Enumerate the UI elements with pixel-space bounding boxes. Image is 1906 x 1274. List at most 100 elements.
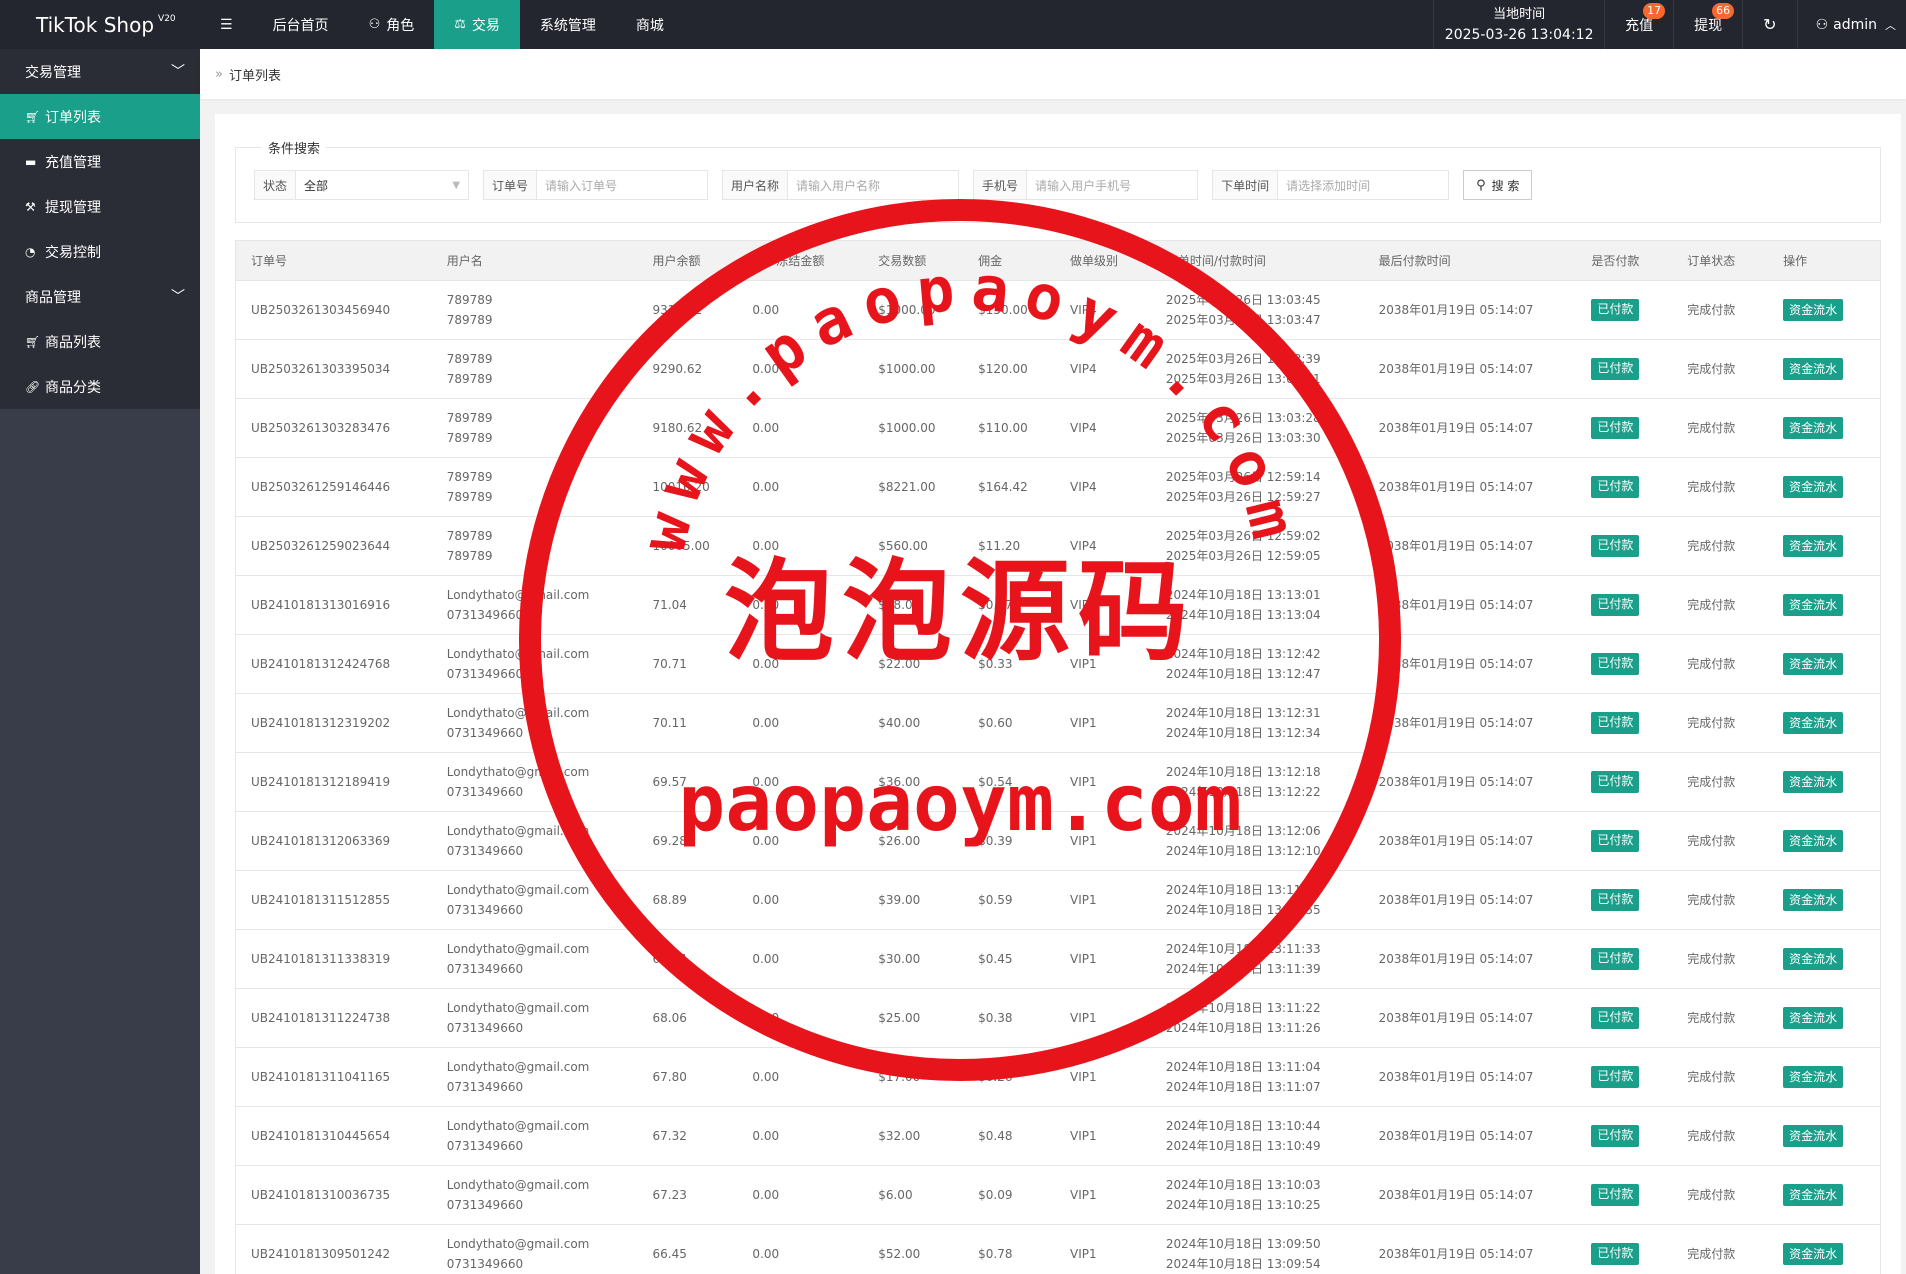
fund-flow-button[interactable]: 资金流水 — [1783, 771, 1844, 793]
table-row: UB2503261259146446 789789 789789 10016.20 0.… — [236, 458, 1880, 517]
top-nav: ☰ 后台首页 ⚇ 角色 ⚖ 交易 系统管理 商城 — [200, 0, 684, 49]
breadcrumb-current[interactable]: 订单列表 — [229, 65, 281, 84]
sidebar-item-label: 提现管理 — [45, 199, 101, 216]
cell-action: 资金流水 — [1768, 340, 1880, 398]
cell-commission: $0.33 — [963, 635, 1055, 693]
col-amount: 交易数额 — [878, 254, 927, 268]
sidebar-item-label: 商品列表 — [45, 334, 101, 351]
order-input[interactable]: 请输入订单号 — [537, 171, 708, 199]
col-order-id: 订单号 — [251, 254, 288, 268]
last-pay-time: 2038年01月19日 05:14:07 — [1378, 716, 1534, 730]
order-time: 2024年10月18日 13:13:01 — [1165, 588, 1321, 602]
status-select-value: 全部 — [304, 178, 329, 193]
table-row: UB2503261303283476 789789 789789 9180.62 0.0… — [236, 399, 1880, 458]
fund-flow-button[interactable]: 资金流水 — [1783, 1066, 1844, 1088]
order-time: 2024年10月18日 13:10:44 — [1165, 1119, 1321, 1133]
commission: $164.42 — [978, 480, 1028, 494]
table-row: UB2410181311338319 Londythato@gmail.com 07… — [236, 930, 1880, 989]
user-input[interactable]: 请输入用户名称 — [788, 171, 959, 199]
nav-trade[interactable]: ⚖ 交易 — [434, 0, 520, 49]
order-time: 2025年03月26日 13:03:28 — [1165, 411, 1321, 425]
order-id: UB2410181313016916 — [251, 598, 391, 612]
cell-amount: $8221.00 — [863, 458, 963, 516]
recharge-button[interactable]: 充值 17 — [1605, 0, 1675, 49]
order-id: UB2410181310445654 — [251, 1129, 391, 1143]
cell-level: VIP4 — [1055, 517, 1151, 575]
cell-status: 完成付款 — [1672, 1107, 1768, 1165]
sidebar-item-goods-list[interactable]: 🛒︎ 商品列表 — [0, 319, 200, 364]
nav-role[interactable]: ⚇ 角色 — [349, 0, 435, 49]
status-select[interactable]: 全部 ▼ — [296, 171, 469, 199]
order-time: 2024年10月18日 13:12:06 — [1165, 824, 1321, 838]
cart-icon: 🛒︎ — [25, 334, 41, 349]
paid-badge: 已付款 — [1591, 948, 1640, 970]
fund-flow-button[interactable]: 资金流水 — [1783, 417, 1844, 439]
cell-status: 完成付款 — [1672, 1225, 1768, 1274]
fund-flow-button[interactable]: 资金流水 — [1783, 535, 1844, 557]
admin-menu[interactable]: ⚇ admin ︿ — [1798, 0, 1906, 49]
balance: 9310.62 — [652, 303, 703, 317]
table-row: UB2503261303456940 789789 789789 9310.62 0.0… — [236, 281, 1880, 340]
nav-system[interactable]: 系统管理 — [520, 0, 616, 49]
fund-flow-button[interactable]: 资金流水 — [1783, 1007, 1844, 1029]
phone-input[interactable]: 请输入用户手机号 — [1027, 171, 1198, 199]
cell-balance: 9290.62 — [637, 340, 737, 398]
level: VIP1 — [1070, 598, 1097, 612]
pay-time: 2025年03月26日 13:03:47 — [1165, 313, 1321, 327]
fund-flow-button[interactable]: 资金流水 — [1783, 594, 1844, 616]
sidebar-item-goods-category[interactable]: 🔗︎ 商品分类 — [0, 364, 200, 409]
order-id: UB2410181312424768 — [251, 657, 391, 671]
sidebar-item-withdraw[interactable]: ⚒ 提现管理 — [0, 184, 200, 229]
menu-toggle-button[interactable]: ☰ — [200, 0, 253, 49]
withdraw-button[interactable]: 提现 66 — [1674, 0, 1744, 49]
fund-flow-button[interactable]: 资金流水 — [1783, 948, 1844, 970]
sidebar-group-goods[interactable]: 商品管理 ﹀ — [0, 274, 200, 319]
brand-logo[interactable]: TikTok Shop V20 — [0, 0, 200, 49]
user-phone: 0731349660 — [446, 785, 524, 799]
cell-amount: $36.00 — [863, 753, 963, 811]
search-button[interactable]: ⚲ 搜 索 — [1463, 170, 1533, 200]
order-id: UB2410181310036735 — [251, 1188, 391, 1202]
fund-flow-button[interactable]: 资金流水 — [1783, 1184, 1844, 1206]
fund-flow-button[interactable]: 资金流水 — [1783, 889, 1844, 911]
user-name: Londythato@gmail.com — [446, 588, 590, 602]
order-status: 完成付款 — [1687, 834, 1736, 848]
paid-badge: 已付款 — [1591, 889, 1640, 911]
cell-commission: $0.48 — [963, 1107, 1055, 1165]
fund-flow-button[interactable]: 资金流水 — [1783, 358, 1844, 380]
cell-paid: 已付款 — [1576, 989, 1672, 1047]
user-phone: 0731349660 — [446, 844, 524, 858]
fund-flow-button[interactable]: 资金流水 — [1783, 476, 1844, 498]
user-phone: 0731349660 — [446, 726, 524, 740]
time-input[interactable]: 请选择添加时间 — [1278, 171, 1449, 199]
balance: 10005.00 — [652, 539, 710, 553]
cell-commission: $0.38 — [963, 989, 1055, 1047]
cell-username: 789789 789789 — [432, 399, 638, 457]
sidebar-item-orders[interactable]: 🛒︎ 订单列表 — [0, 94, 200, 139]
sidebar-item-trade-control[interactable]: ◔ 交易控制 — [0, 229, 200, 274]
user-name: Londythato@gmail.com — [446, 1237, 590, 1251]
nav-home[interactable]: 后台首页 — [253, 0, 349, 49]
status-filter-label: 状态 — [255, 171, 297, 199]
order-status: 完成付款 — [1687, 893, 1736, 907]
table-row: UB2410181312063369 Londythato@gmail.com 07… — [236, 812, 1880, 871]
fund-flow-button[interactable]: 资金流水 — [1783, 1125, 1844, 1147]
sidebar-group-trade[interactable]: 交易管理 ﹀ — [0, 49, 200, 94]
sidebar-item-recharge[interactable]: ▬ 充值管理 — [0, 139, 200, 184]
cell-balance: 10005.00 — [637, 517, 737, 575]
fund-flow-button[interactable]: 资金流水 — [1783, 653, 1844, 675]
last-pay-time: 2038年01月19日 05:14:07 — [1378, 1129, 1534, 1143]
fund-flow-button[interactable]: 资金流水 — [1783, 299, 1844, 321]
nav-mall[interactable]: 商城 — [616, 0, 684, 49]
fund-flow-button[interactable]: 资金流水 — [1783, 830, 1844, 852]
refresh-button[interactable]: ↻ — [1743, 0, 1798, 49]
cell-frozen: 0.00 — [737, 871, 863, 929]
fund-flow-button[interactable]: 资金流水 — [1783, 712, 1844, 734]
gauge-icon: ◔ — [25, 244, 36, 259]
brand-version: V20 — [158, 13, 176, 24]
frozen: 0.00 — [752, 421, 780, 435]
fund-flow-button[interactable]: 资金流水 — [1783, 1243, 1844, 1265]
level: VIP4 — [1070, 421, 1097, 435]
cell-commission: $0.09 — [963, 1166, 1055, 1224]
cell-order-id: UB2503261303283476 — [236, 399, 432, 457]
